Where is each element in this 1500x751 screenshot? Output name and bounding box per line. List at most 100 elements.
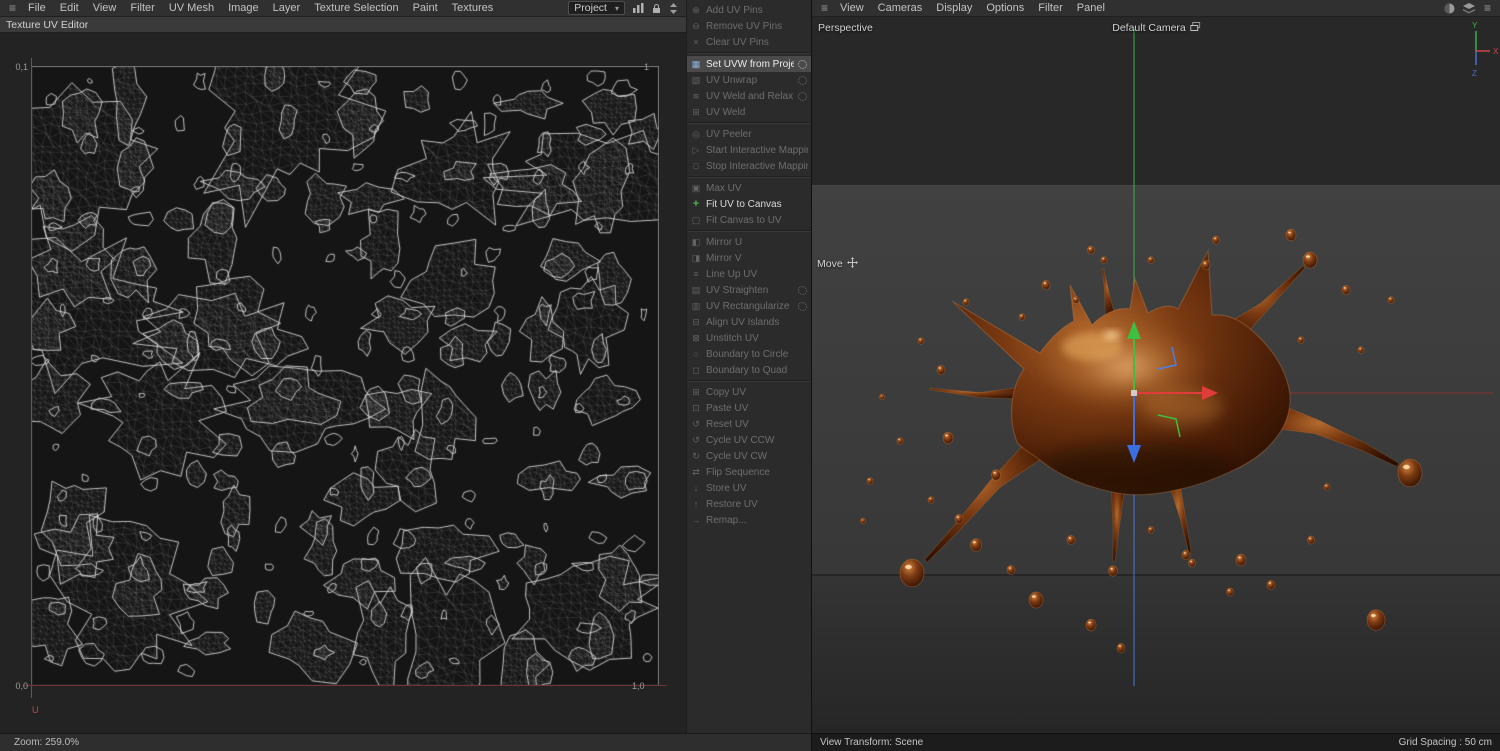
layers-icon[interactable] [1459,3,1479,14]
menu-view[interactable]: View [86,1,124,15]
menu-filter[interactable]: Filter [1031,1,1069,15]
menu-file[interactable]: File [21,1,53,15]
fit-uv-canvas-icon: + [690,196,702,212]
svg-text:Y: Y [1472,21,1478,30]
pin-add-icon: ⊕ [690,2,702,18]
cycle-ccw-icon: ↺ [690,432,702,448]
restore-icon: ↑ [690,496,702,512]
command-remove-uv-pins[interactable]: ⊖Remove UV Pins [687,18,811,34]
copy-icon: ⊞ [690,384,702,400]
command-boundary-to-quad[interactable]: ◻Boundary to Quad [687,362,811,378]
stop-mapping-icon: □ [690,158,702,174]
command-mirror-u[interactable]: ◧Mirror U [687,234,811,250]
gear-icon[interactable] [798,92,807,101]
tool-label-text: Move [817,258,843,270]
command-label: Cycle UV CW [706,451,808,462]
uv-mesh-canvas[interactable] [31,66,659,686]
command-store-uv[interactable]: ↓Store UV [687,480,811,496]
uv-editor-section: ≡ FileEditViewFilterUV MeshImageLayerTex… [0,0,811,751]
command-reset-uv[interactable]: ↺Reset UV [687,416,811,432]
menu-icon[interactable]: ≡ [816,1,833,15]
reset-icon: ↺ [690,416,702,432]
menu-filter[interactable]: Filter [123,1,161,15]
svg-text:Z: Z [1472,69,1477,78]
menu-textures[interactable]: Textures [445,1,501,15]
menu-panel[interactable]: Panel [1070,1,1112,15]
menu-texture-selection[interactable]: Texture Selection [307,1,405,15]
viewport-3d[interactable]: Y X Z Perspective Default Camera Move [812,17,1500,733]
menu-icon[interactable]: ≡ [1479,1,1496,15]
command-cycle-uv-ccw[interactable]: ↺Cycle UV CCW [687,432,811,448]
menu-cameras[interactable]: Cameras [871,1,930,15]
menu-display[interactable]: Display [929,1,979,15]
command-boundary-to-circle[interactable]: ○Boundary to Circle [687,346,811,362]
lock-icon[interactable] [648,3,665,14]
command-remap[interactable]: →Remap... [687,512,811,528]
scroll-arrows-icon[interactable] [665,3,682,14]
command-label: Set UVW from Projection [706,59,794,70]
command-label: Fit UV to Canvas [706,199,808,210]
paste-icon: ⊡ [690,400,702,416]
command-copy-uv[interactable]: ⊞Copy UV [687,384,811,400]
histogram-icon[interactable] [629,3,648,13]
command-label: Unstitch UV [706,333,808,344]
gear-icon[interactable] [798,60,807,69]
menu-layer[interactable]: Layer [266,1,308,15]
view-label-text: Perspective [818,22,873,34]
menu-options[interactable]: Options [979,1,1031,15]
camera-switch-icon[interactable] [1190,22,1200,34]
uv-corner-bottom-left: 0,0 [8,681,28,691]
uv-unwrap-icon: ▧ [690,72,702,88]
pin-clear-icon: × [690,34,702,50]
viewport-pane: ≡ ViewCamerasDisplayOptionsFilterPanel ≡… [811,0,1500,751]
uv-canvas-area[interactable]: 0,1 1 0,0 1,0 U [0,33,686,733]
tool-label: Move [817,257,858,271]
command-max-uv[interactable]: ▣Max UV [687,180,811,196]
command-uv-straighten[interactable]: ▤UV Straighten [687,282,811,298]
command-mirror-v[interactable]: ◨Mirror V [687,250,811,266]
command-cycle-uv-cw[interactable]: ↻ Cycle UV CW [687,448,811,464]
command-start-interactive-mapping[interactable]: ▷Start Interactive Mapping [687,142,811,158]
command-stop-interactive-mapping[interactable]: □Stop Interactive Mapping [687,158,811,174]
command-label: Remove UV Pins [706,21,808,32]
gear-icon[interactable] [798,286,807,295]
command-uv-weld[interactable]: ⊞UV Weld [687,104,811,120]
flip-sequence-icon: ⇄ [690,464,702,480]
command-uv-peeler[interactable]: ◎UV Peeler [687,126,811,142]
command-paste-uv[interactable]: ⊡Paste UV [687,400,811,416]
max-uv-icon: ▣ [690,180,702,196]
view-label[interactable]: Perspective [818,22,873,34]
fit-canvas-uv-icon: ▢ [690,212,702,228]
command-fit-uv-to-canvas[interactable]: + Fit UV to Canvas [687,196,811,212]
display-mode-icon[interactable] [1440,3,1459,14]
command-line-up-uv[interactable]: ≡Line Up UV [687,266,811,282]
cycle-cw-icon: ↻ [690,448,702,464]
project-dropdown[interactable]: Project ▾ [568,1,625,15]
menu-view[interactable]: View [833,1,871,15]
svg-text:X: X [1493,47,1499,56]
command-fit-canvas-to-uv[interactable]: ▢Fit Canvas to UV [687,212,811,228]
command-add-uv-pins[interactable]: ⊕Add UV Pins [687,2,811,18]
camera-label[interactable]: Default Camera [1112,22,1200,34]
command-uv-unwrap[interactable]: ▧UV Unwrap [687,72,811,88]
command-clear-uv-pins[interactable]: × Clear UV Pins [687,34,811,50]
command-align-uv-islands[interactable]: ⊟Align UV Islands [687,314,811,330]
uv-weld-relax-icon: ≋ [690,88,702,104]
menu-edit[interactable]: Edit [53,1,86,15]
command-uv-weld-and-relax[interactable]: ≋UV Weld and Relax [687,88,811,104]
command-uv-rectangularize[interactable]: ▥UV Rectangularize [687,298,811,314]
move-icon [847,257,858,271]
menu-paint[interactable]: Paint [406,1,445,15]
command-set-uvw-from-projection[interactable]: ▦Set UVW from Projection [687,56,811,72]
command-label: Clear UV Pins [706,37,808,48]
gear-icon[interactable] [798,76,807,85]
command-separator [687,230,811,232]
gear-icon[interactable] [798,302,807,311]
command-unstitch-uv[interactable]: ⊠Unstitch UV [687,330,811,346]
menu-uv-mesh[interactable]: UV Mesh [162,1,221,15]
command-label: Flip Sequence [706,467,808,478]
menu-icon[interactable]: ≡ [4,1,21,15]
command-flip-sequence[interactable]: ⇄ Flip Sequence [687,464,811,480]
menu-image[interactable]: Image [221,1,266,15]
command-restore-uv[interactable]: ↑Restore UV [687,496,811,512]
